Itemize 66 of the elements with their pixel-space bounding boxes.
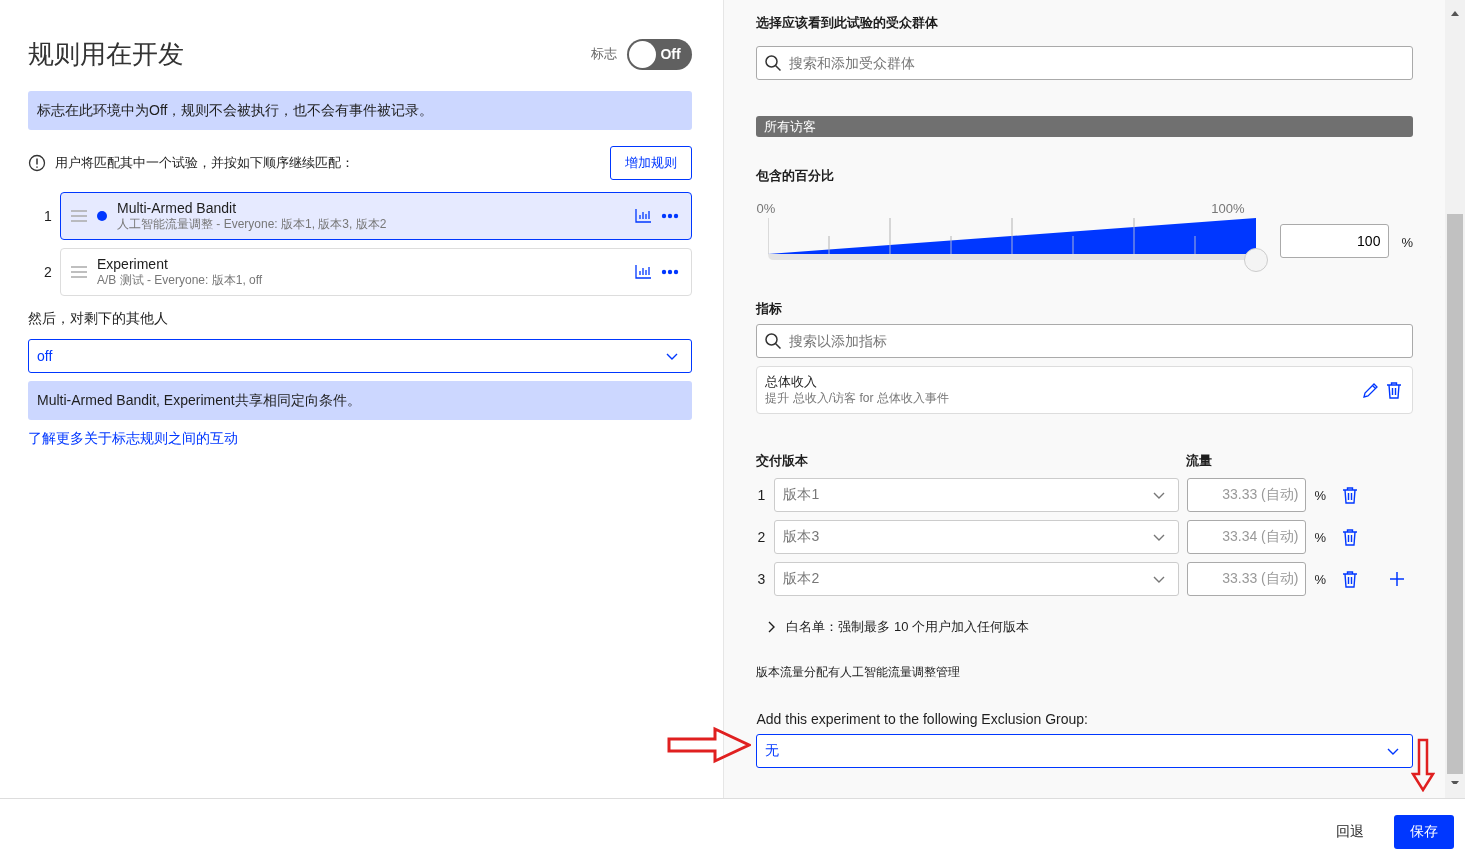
learn-more-link[interactable]: 了解更多关于标志规则之间的互动	[28, 430, 693, 448]
page-title: 规则用在开发	[28, 37, 184, 71]
more-icon[interactable]	[661, 269, 680, 275]
exclusion-select[interactable]: 无	[756, 734, 1413, 768]
min-label: 0%	[756, 201, 776, 216]
rule-card[interactable]: Multi-Armed Bandit 人工智能流量调整 - Everyone: 版本1, 版本3, 版本2	[60, 192, 693, 240]
whitelist-toggle[interactable]: 白名单：强制最多 10 个用户加入任何版本	[756, 618, 1413, 636]
metrics-label: 指标	[756, 300, 784, 318]
variation-number: 1	[756, 487, 767, 503]
rule-detail: A/B 测试 - Everyone: 版本1, off	[97, 272, 264, 288]
search-icon	[764, 54, 783, 72]
percentage-input[interactable]: 100	[1280, 224, 1390, 258]
fallback-select[interactable]: off	[28, 339, 693, 373]
rule-card[interactable]: Experiment A/B 测试 - Everyone: 版本1, off	[60, 248, 693, 296]
metrics-search-field[interactable]: 搜索以添加指标	[756, 324, 1413, 358]
managed-note: 版本流量分配有人工智能流量调整管理	[756, 664, 962, 681]
variation-select[interactable]: 版本1	[774, 478, 1180, 512]
percent-unit: %	[1314, 529, 1326, 545]
rule-name: Experiment	[97, 256, 169, 272]
search-icon	[764, 332, 783, 350]
percent-unit: %	[1401, 235, 1413, 250]
audience-search-field[interactable]: 搜索和添加受众群体	[756, 46, 1413, 80]
trash-icon[interactable]	[1342, 528, 1358, 546]
slider-thumb[interactable]	[1244, 248, 1269, 272]
edit-icon[interactable]	[1362, 381, 1380, 399]
bar-chart-icon[interactable]	[635, 209, 652, 223]
percent-unit: %	[1314, 571, 1326, 587]
save-button[interactable]: 保存	[1394, 814, 1454, 849]
arrow-icon	[667, 726, 751, 764]
variations-label: 交付版本	[756, 452, 810, 470]
match-info-text: 用户将匹配其中一个试验，并按如下顺序继续匹配：	[55, 154, 354, 172]
add-rule-button[interactable]: 增加规则	[610, 146, 693, 180]
variation-number: 3	[756, 571, 767, 587]
rule-detail: 人工智能流量调整 - Everyone: 版本1, 版本3, 版本2	[117, 216, 388, 232]
flag-label: 标志	[591, 45, 618, 63]
trash-icon[interactable]	[1342, 570, 1358, 588]
variation-select[interactable]: 版本3	[774, 520, 1180, 554]
exclusion-label: Add this experiment to the following Exclusion Group:	[756, 711, 1089, 727]
scrollbar[interactable]	[1445, 0, 1465, 798]
max-label: 100%	[1211, 201, 1245, 216]
audience-tag: 所有访客	[756, 116, 1413, 137]
info-icon	[28, 154, 46, 172]
back-button[interactable]: 回退	[1320, 814, 1380, 849]
audience-hint: 选择应该看到此试验的受众群体	[756, 14, 940, 32]
add-icon[interactable]	[1390, 572, 1404, 586]
bar-chart-icon[interactable]	[635, 265, 652, 279]
more-icon[interactable]	[661, 213, 680, 219]
percent-unit: %	[1314, 487, 1326, 503]
metric-detail: 提升 总收入/访客 for 总体收入事件	[765, 390, 950, 406]
trash-icon[interactable]	[1342, 486, 1358, 504]
rule-number: 1	[43, 208, 53, 224]
arrow-icon	[1411, 738, 1435, 792]
rule-name: Multi-Armed Bandit	[117, 200, 238, 216]
percentage-label: 包含的百分比	[756, 167, 836, 185]
notice-banner: 标志在此环境中为Off，规则不会被执行，也不会有事件被记录。	[28, 91, 693, 130]
fallback-label: 然后，对剩下的其他人	[28, 310, 169, 328]
rule-number: 2	[43, 264, 53, 280]
drag-handle-icon[interactable]	[71, 210, 87, 222]
metric-name: 总体收入	[765, 374, 819, 390]
variation-select[interactable]: 版本2	[774, 562, 1180, 596]
flag-toggle[interactable]: Off	[627, 38, 693, 70]
shared-notice: Multi-Armed Bandit, Experiment共享相同定向条件。	[28, 381, 693, 420]
drag-handle-icon[interactable]	[71, 266, 87, 278]
variation-number: 2	[756, 529, 767, 545]
traffic-label: 流量	[1186, 452, 1213, 470]
trash-icon[interactable]	[1386, 381, 1402, 399]
